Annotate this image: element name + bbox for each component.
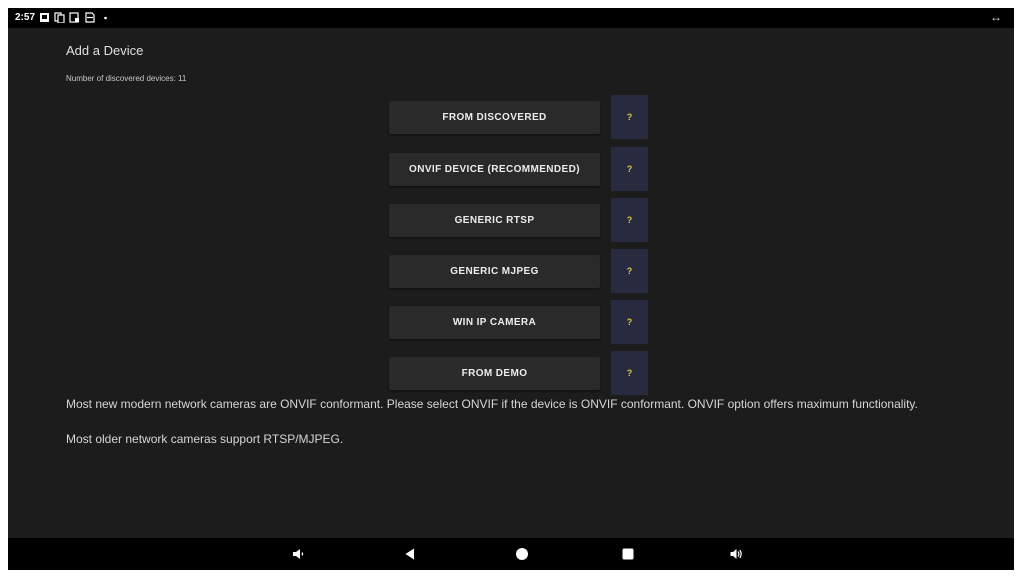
back-icon[interactable]: [398, 538, 422, 570]
volume-up-icon[interactable]: [724, 538, 748, 570]
notification-square-icon: [40, 13, 49, 22]
dot-icon: [104, 16, 107, 20]
copy-icon: [54, 12, 65, 23]
navigation-bar: [8, 538, 1014, 570]
generic-mjpeg-button[interactable]: GENERIC MJPEG: [389, 255, 600, 288]
from-demo-help-button[interactable]: ?: [611, 351, 648, 395]
generic-mjpeg-help-button[interactable]: ?: [611, 249, 648, 293]
from-discovered-button[interactable]: FROM DISCOVERED: [389, 101, 600, 134]
recents-icon[interactable]: [616, 538, 640, 570]
win-ip-camera-help-button[interactable]: ?: [611, 300, 648, 344]
generic-rtsp-button[interactable]: GENERIC RTSP: [389, 204, 600, 237]
volume-down-icon[interactable]: [286, 538, 310, 570]
generic-rtsp-help-button[interactable]: ?: [611, 198, 648, 242]
sim-icon: [85, 12, 95, 23]
onvif-device-help-button[interactable]: ?: [611, 147, 648, 191]
status-time: 2:57: [15, 12, 36, 23]
discovered-count: Number of discovered devices: 11: [66, 74, 187, 83]
content-area: Add a Device Number of discovered device…: [8, 28, 1014, 538]
status-bar: 2:57 ↔: [8, 8, 1014, 28]
rotate-icon: ↔: [990, 10, 1002, 24]
page-title: Add a Device: [66, 43, 144, 58]
option-row-from-discovered: FROM DISCOVERED ?: [389, 95, 649, 139]
option-row-demo: FROM DEMO ?: [389, 351, 649, 395]
option-row-onvif: ONVIF DEVICE (RECOMMENDED) ?: [389, 147, 649, 191]
onvif-info-text: Most new modern network cameras are ONVI…: [66, 397, 918, 411]
option-row-win-ip: WIN IP CAMERA ?: [389, 300, 649, 344]
option-row-rtsp: GENERIC RTSP ?: [389, 198, 649, 242]
from-discovered-help-button[interactable]: ?: [611, 95, 648, 139]
device-screen: 2:57 ↔ Add a Device Number of discovered…: [8, 8, 1014, 570]
onvif-device-button[interactable]: ONVIF DEVICE (RECOMMENDED): [389, 153, 600, 186]
home-icon[interactable]: [510, 538, 534, 570]
rtsp-info-text: Most older network cameras support RTSP/…: [66, 432, 344, 446]
from-demo-button[interactable]: FROM DEMO: [389, 357, 600, 390]
option-row-mjpeg: GENERIC MJPEG ?: [389, 249, 649, 293]
screenshot-icon: [69, 12, 79, 23]
win-ip-camera-button[interactable]: WIN IP CAMERA: [389, 306, 600, 339]
